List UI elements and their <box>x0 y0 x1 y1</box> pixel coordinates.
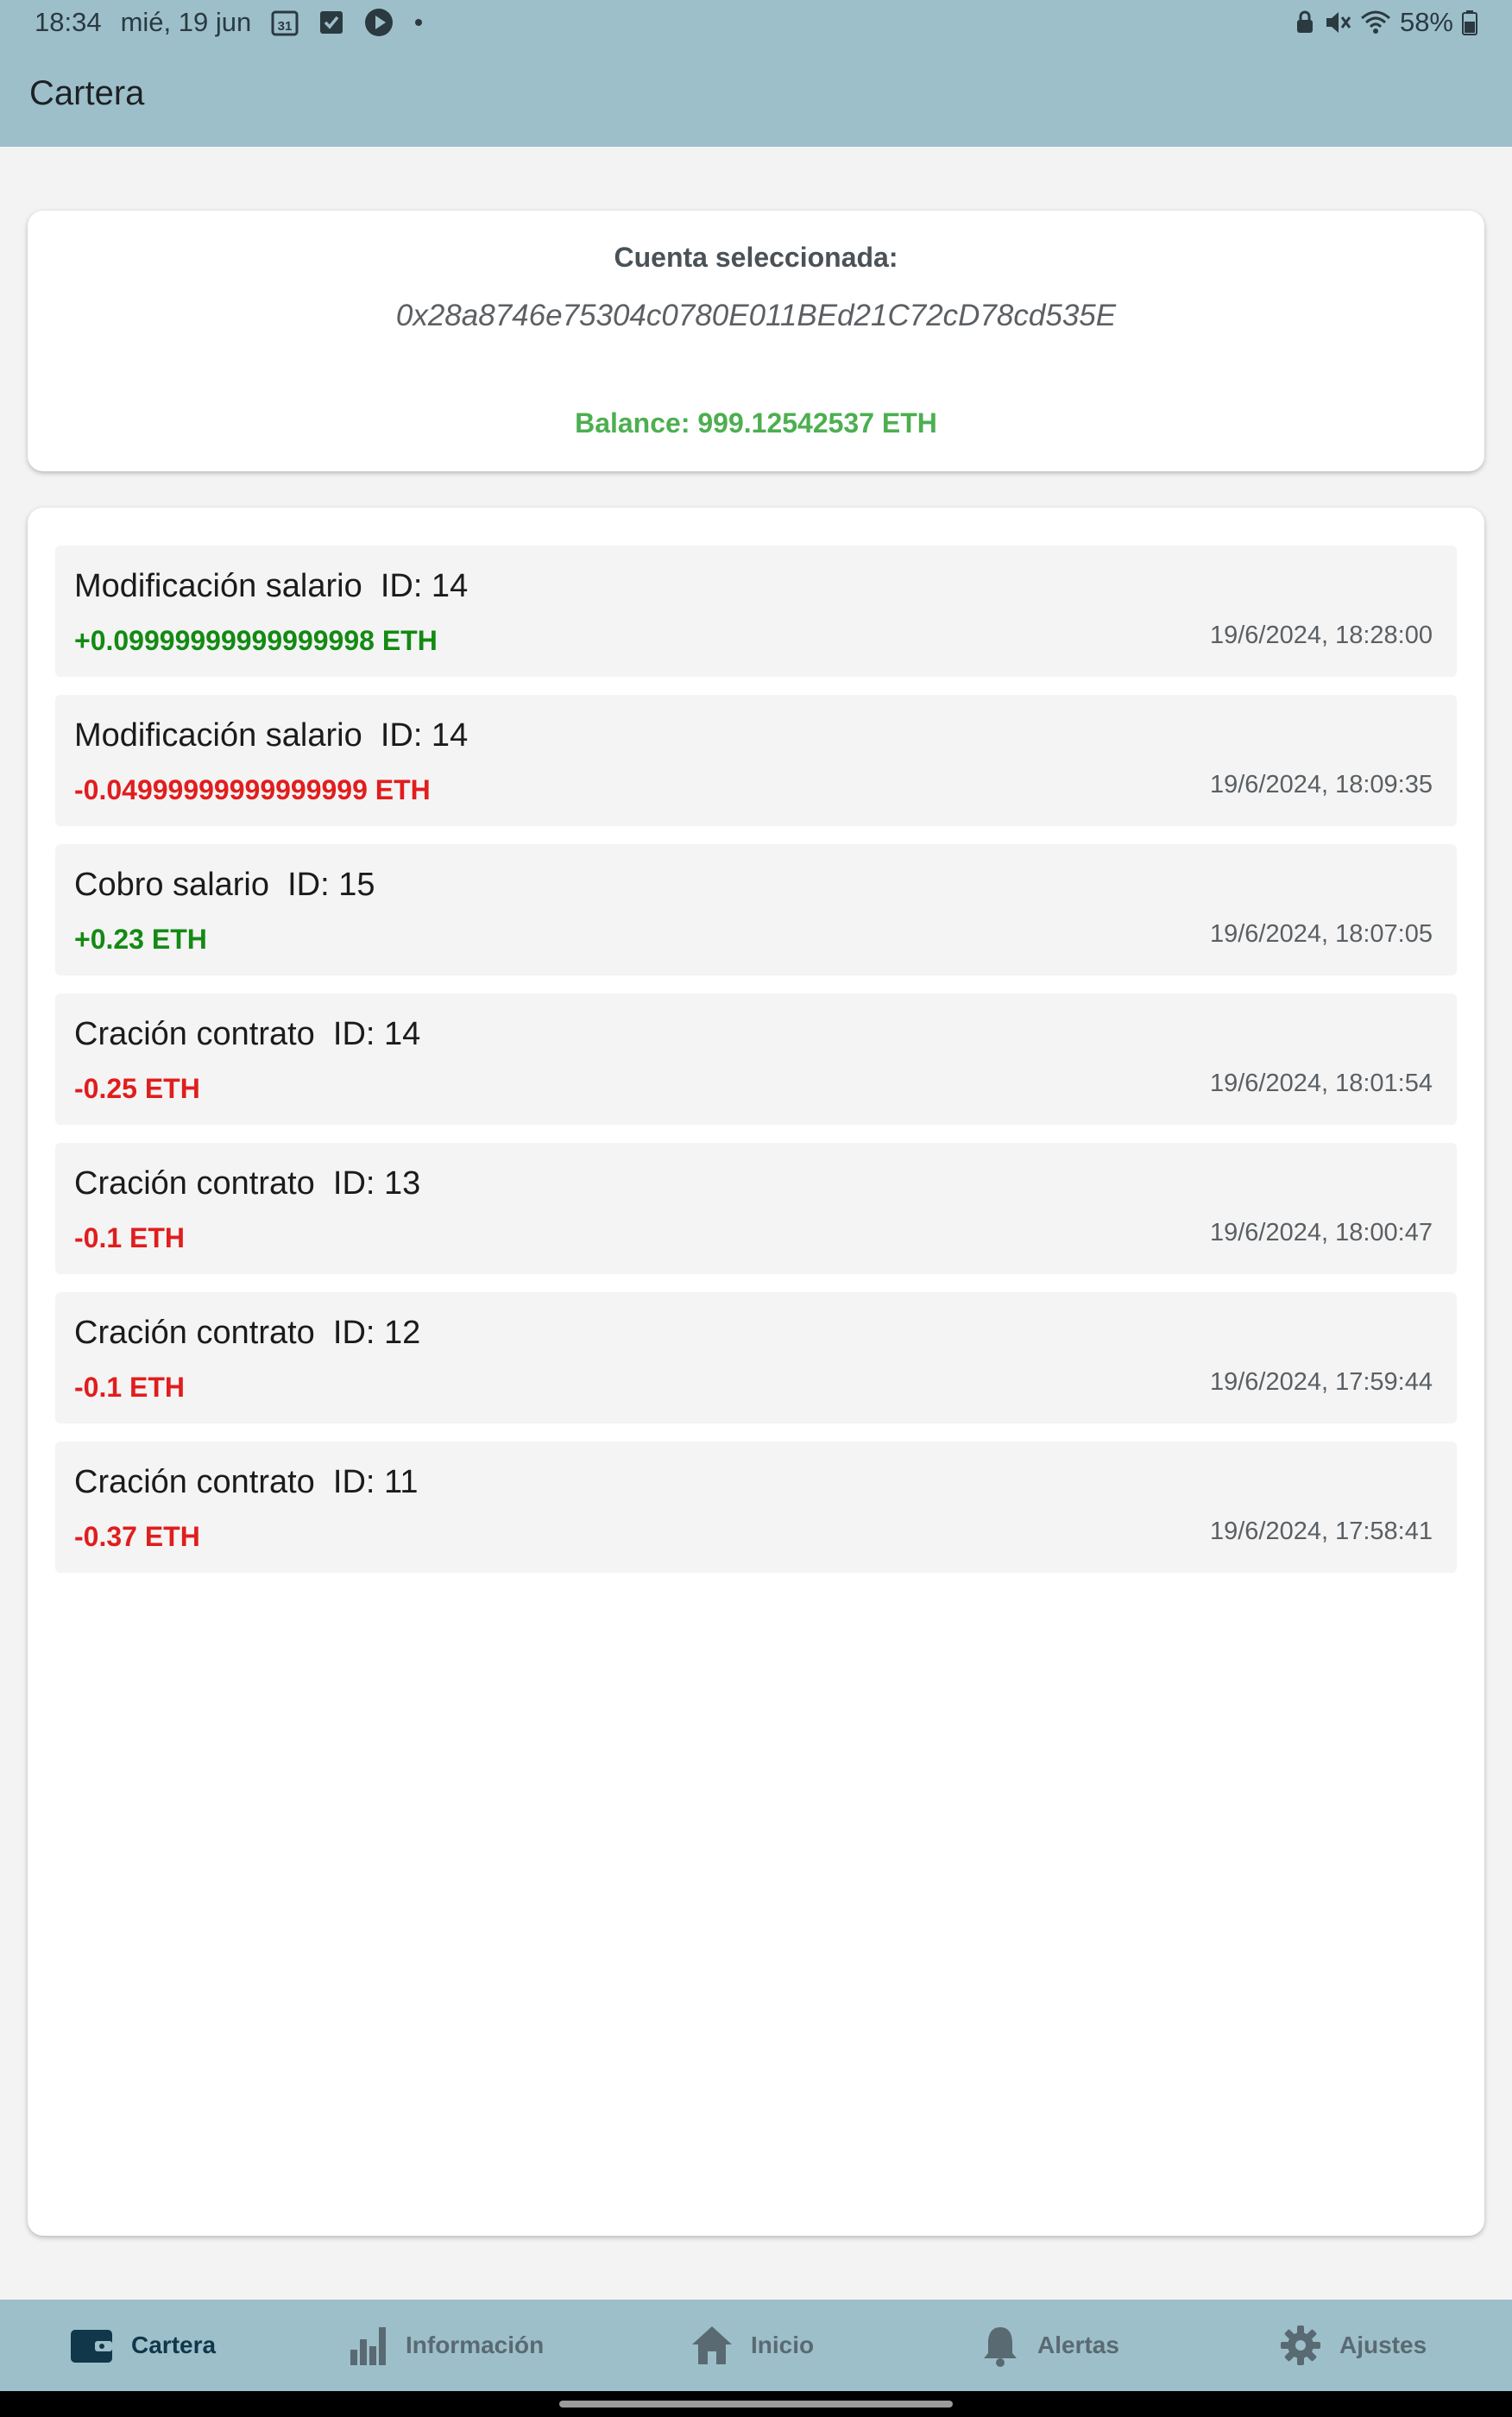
wifi-icon <box>1360 9 1391 35</box>
account-address: 0x28a8746e75304c0780E011BEd21C72cD78cd53… <box>395 299 1117 332</box>
transaction-amount: -0.37 ETH <box>74 1521 200 1552</box>
home-gesture-handle[interactable] <box>559 2401 953 2408</box>
transaction-title: Cración contrato ID: 14 <box>74 1016 421 1052</box>
status-date: mié, 19 jun <box>120 7 252 37</box>
top-app-bar: 18:34 mié, 19 jun 31 58% Cartera <box>0 0 1512 147</box>
transaction-amount: -0.1 ETH <box>74 1372 186 1403</box>
wallet-icon <box>69 2326 114 2364</box>
bottom-navigation: Cartera Información Inicio Alertas Ajust… <box>0 2300 1512 2391</box>
nav-label: Cartera <box>131 2332 217 2358</box>
account-balance: Balance: 999.12542537 ETH <box>575 407 937 439</box>
bar-chart-icon <box>349 2324 388 2367</box>
transaction-title: Cración contrato ID: 11 <box>74 1464 419 1500</box>
status-bar: 18:34 mié, 19 jun 31 58% <box>0 0 1512 45</box>
transaction-title: Cración contrato ID: 13 <box>74 1165 421 1202</box>
nav-item-ajustes[interactable]: Ajustes <box>1279 2300 1427 2391</box>
nav-item-informacion[interactable]: Información <box>349 2300 544 2391</box>
nav-item-cartera[interactable]: Cartera <box>69 2300 216 2391</box>
transaction-date: 19/6/2024, 17:58:41 <box>1209 1518 1433 1545</box>
transaction-title: Cración contrato ID: 12 <box>74 1315 421 1351</box>
nav-item-inicio[interactable]: Inicio <box>690 2300 814 2391</box>
transaction-date: 19/6/2024, 18:00:47 <box>1209 1219 1433 1246</box>
home-icon <box>690 2324 734 2367</box>
transaction-amount: -0.04999999999999999 ETH <box>74 774 431 805</box>
battery-percent: 58% <box>1399 7 1453 37</box>
nav-label: Alertas <box>1037 2332 1119 2358</box>
transaction-title: Cobro salario ID: 15 <box>74 867 375 903</box>
transaction-date: 19/6/2024, 18:09:35 <box>1209 771 1433 798</box>
battery-icon <box>1462 9 1477 35</box>
account-label: Cuenta seleccionada: <box>614 242 898 273</box>
transaction-date: 19/6/2024, 18:28:00 <box>1209 622 1433 649</box>
checkbox-icon <box>318 9 344 35</box>
page-title: Cartera <box>29 74 145 112</box>
transaction-item[interactable]: Cración contrato ID: 12 -0.1 ETH 19/6/20… <box>55 1292 1457 1423</box>
lock-icon <box>1295 10 1315 35</box>
transaction-date: 19/6/2024, 18:01:54 <box>1209 1070 1433 1097</box>
transaction-item[interactable]: Cración contrato ID: 11 -0.37 ETH 19/6/2… <box>55 1442 1457 1573</box>
transaction-title: Modificación salario ID: 14 <box>74 568 469 604</box>
transaction-item[interactable]: Cobro salario ID: 15 +0.23 ETH 19/6/2024… <box>55 844 1457 975</box>
transaction-amount: -0.1 ETH <box>74 1222 186 1253</box>
mute-icon <box>1324 9 1351 35</box>
nav-label: Ajustes <box>1339 2332 1427 2358</box>
transaction-amount: +0.09999999999999998 ETH <box>74 625 438 656</box>
nav-label: Información <box>406 2332 545 2358</box>
nav-label: Inicio <box>751 2332 815 2358</box>
account-card: Cuenta seleccionada: 0x28a8746e75304c078… <box>28 211 1484 471</box>
calendar-icon: 31 <box>270 8 299 37</box>
system-gesture-bar <box>0 2391 1512 2417</box>
dot-icon <box>413 17 424 28</box>
transaction-item[interactable]: Cración contrato ID: 14 -0.25 ETH 19/6/2… <box>55 994 1457 1125</box>
transaction-amount: +0.23 ETH <box>74 924 207 955</box>
transaction-list: Modificación salario ID: 14 +0.099999999… <box>28 508 1484 2236</box>
transaction-date: 19/6/2024, 18:07:05 <box>1209 920 1433 948</box>
status-time: 18:34 <box>35 7 102 37</box>
gear-icon <box>1279 2324 1322 2367</box>
transaction-title: Modificación salario ID: 14 <box>74 717 469 754</box>
transaction-date: 19/6/2024, 17:59:44 <box>1209 1368 1433 1396</box>
nav-item-alertas[interactable]: Alertas <box>980 2300 1119 2391</box>
calendar-icon-text: 31 <box>278 19 293 34</box>
play-icon <box>363 7 394 38</box>
transaction-item[interactable]: Modificación salario ID: 14 +0.099999999… <box>55 546 1457 677</box>
transaction-item[interactable]: Modificación salario ID: 14 -0.049999999… <box>55 695 1457 826</box>
bell-icon <box>980 2324 1020 2367</box>
transaction-item[interactable]: Cración contrato ID: 13 -0.1 ETH 19/6/20… <box>55 1143 1457 1274</box>
transaction-amount: -0.25 ETH <box>74 1073 200 1104</box>
